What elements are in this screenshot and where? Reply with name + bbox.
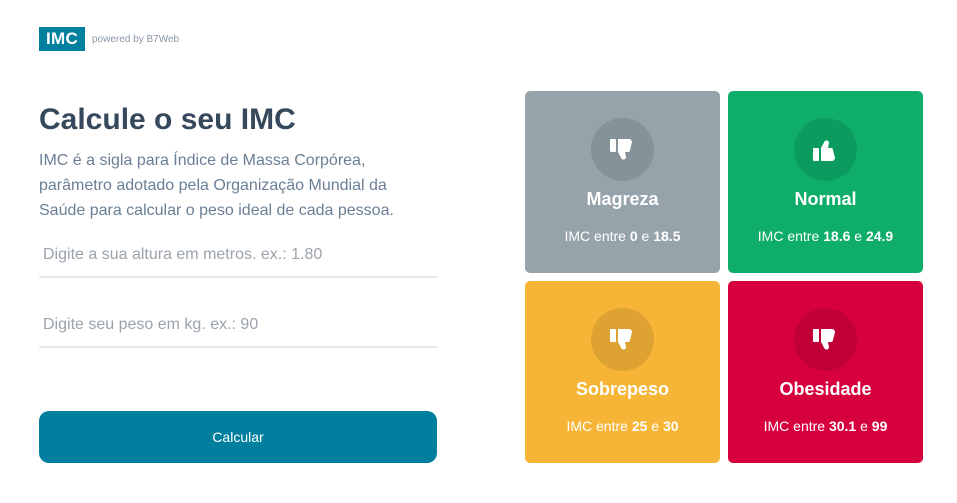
- card-range: IMC entre 30.1 e 99: [763, 418, 888, 434]
- card-range: IMC entre 25 e 30: [566, 418, 679, 434]
- thumbs-down-icon: [591, 308, 654, 371]
- header: IMC powered by B7Web: [39, 27, 179, 51]
- page-title: Calcule o seu IMC: [39, 103, 296, 136]
- calculate-button[interactable]: Calcular: [39, 411, 437, 463]
- card-title: Normal: [794, 189, 857, 209]
- weight-input[interactable]: [39, 304, 437, 348]
- logo[interactable]: IMC: [39, 27, 85, 51]
- thumbs-down-icon: [591, 118, 654, 181]
- height-input[interactable]: [39, 234, 437, 278]
- card-title: Obesidade: [779, 379, 872, 399]
- thumbs-up-icon: [794, 118, 857, 181]
- powered-by-text: powered by B7Web: [92, 33, 180, 45]
- card-obesidade: Obesidade IMC entre 30.1 e 99: [728, 281, 923, 463]
- card-title: Sobrepeso: [575, 379, 670, 399]
- thumbs-down-icon: [794, 308, 857, 371]
- card-range: IMC entre 18.6 e 24.9: [757, 228, 894, 244]
- page-description: IMC é a sigla para Índice de Massa Corpó…: [39, 152, 394, 219]
- card-range: IMC entre 0 e 18.5: [564, 228, 681, 244]
- card-normal: Normal IMC entre 18.6 e 24.9: [728, 91, 923, 273]
- calculator-panel: Calcule o seu IMC IMC é a sigla para Índ…: [39, 100, 437, 223]
- card-title: Magreza: [586, 189, 659, 209]
- card-sobrepeso: Sobrepeso IMC entre 25 e 30: [525, 281, 720, 463]
- card-magreza: Magreza IMC entre 0 e 18.5: [525, 91, 720, 273]
